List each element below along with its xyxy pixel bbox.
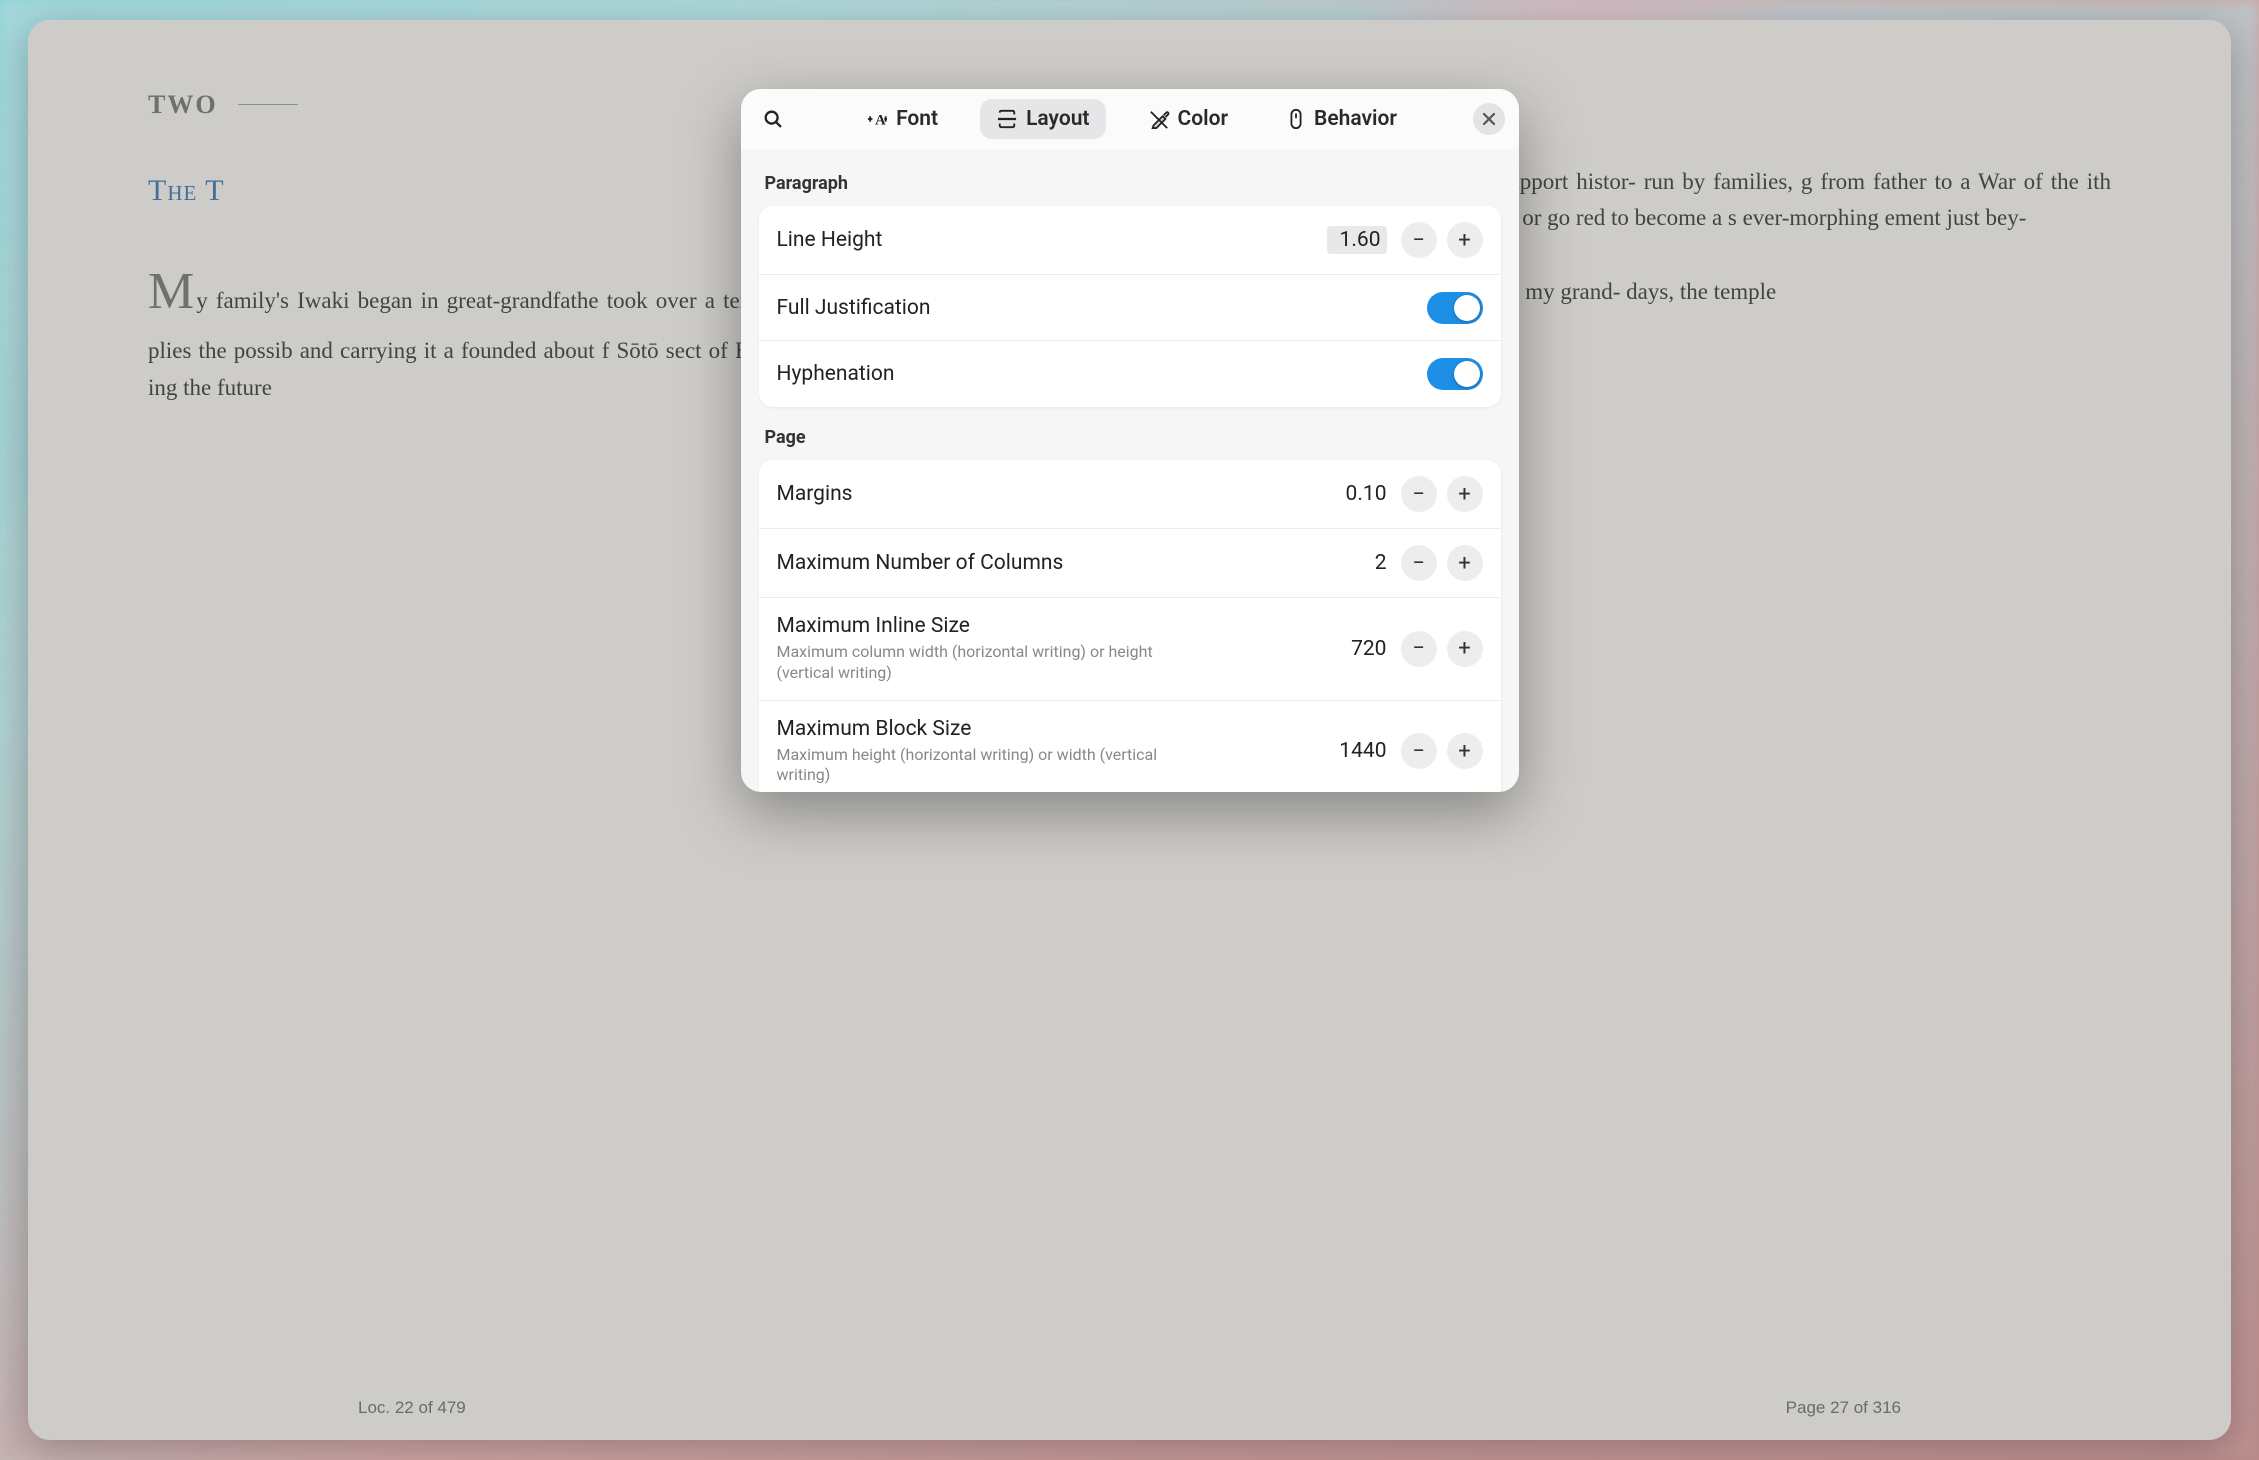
tab-color-label: Color: [1178, 107, 1229, 131]
max-inline-sub: Maximum column width (horizontal writing…: [777, 642, 1197, 684]
line-height-label: Line Height: [777, 228, 1327, 252]
max-columns-label: Maximum Number of Columns: [777, 551, 1327, 575]
line-height-increment[interactable]: +: [1447, 222, 1483, 258]
toggle-knob: [1454, 295, 1480, 321]
tab-layout-label: Layout: [1026, 107, 1089, 131]
max-columns-value: 2: [1327, 551, 1387, 575]
search-icon: [762, 108, 784, 130]
row-max-block-size: Maximum Block Size Maximum height (horiz…: [759, 701, 1501, 792]
row-hyphenation: Hyphenation: [759, 341, 1501, 407]
settings-body[interactable]: Paragraph Line Height 1.60 − + Full Just…: [741, 149, 1519, 792]
minus-icon: −: [1412, 228, 1425, 253]
full-justification-label: Full Justification: [777, 296, 1427, 320]
row-line-height: Line Height 1.60 − +: [759, 206, 1501, 275]
tab-font[interactable]: A Font: [850, 99, 954, 139]
max-block-value: 1440: [1327, 739, 1387, 763]
max-block-label: Maximum Block Size: [777, 717, 1327, 741]
section-page-title: Page: [765, 427, 1501, 448]
row-margins: Margins 0.10 − +: [759, 460, 1501, 529]
margins-value: 0.10: [1327, 482, 1387, 506]
margins-label: Margins: [777, 482, 1327, 506]
tab-behavior-label: Behavior: [1314, 107, 1397, 131]
tab-font-label: Font: [896, 107, 938, 131]
plus-icon: +: [1458, 551, 1470, 576]
max-inline-value: 720: [1327, 637, 1387, 661]
page-footer: Loc. 22 of 479 Page 27 of 316: [28, 1398, 2231, 1418]
row-max-inline-size: Maximum Inline Size Maximum column width…: [759, 598, 1501, 701]
max-inline-increment[interactable]: +: [1447, 631, 1483, 667]
full-justification-toggle[interactable]: [1427, 292, 1483, 324]
hyphenation-label: Hyphenation: [777, 362, 1427, 386]
minus-icon: −: [1412, 739, 1425, 764]
tab-layout[interactable]: Layout: [980, 99, 1105, 139]
toggle-knob: [1454, 361, 1480, 387]
settings-panel: A Font Layout Color Behavior: [741, 89, 1519, 792]
svg-text:A: A: [875, 112, 886, 128]
row-full-justification: Full Justification: [759, 275, 1501, 341]
section-page: Margins 0.10 − + Maximum Number of Colum…: [759, 460, 1501, 792]
section-paragraph-title: Paragraph: [765, 173, 1501, 194]
line-height-value[interactable]: 1.60: [1327, 226, 1387, 254]
settings-tabs: A Font Layout Color Behavior: [741, 89, 1519, 149]
search-button[interactable]: [755, 101, 791, 137]
page-indicator: Page 27 of 316: [1786, 1398, 1901, 1418]
tab-color[interactable]: Color: [1132, 99, 1245, 139]
plus-icon: +: [1458, 636, 1470, 661]
max-columns-decrement[interactable]: −: [1401, 545, 1437, 581]
plus-icon: +: [1458, 228, 1470, 253]
max-inline-label: Maximum Inline Size: [777, 614, 1327, 638]
max-block-increment[interactable]: +: [1447, 733, 1483, 769]
max-inline-decrement[interactable]: −: [1401, 631, 1437, 667]
close-button[interactable]: [1473, 103, 1505, 135]
color-icon: [1148, 109, 1170, 129]
max-block-sub: Maximum height (horizontal writing) or w…: [777, 745, 1197, 787]
hyphenation-toggle[interactable]: [1427, 358, 1483, 390]
minus-icon: −: [1412, 636, 1425, 661]
minus-icon: −: [1412, 551, 1425, 576]
location-indicator: Loc. 22 of 479: [358, 1398, 466, 1418]
max-block-decrement[interactable]: −: [1401, 733, 1437, 769]
line-height-decrement[interactable]: −: [1401, 222, 1437, 258]
row-max-columns: Maximum Number of Columns 2 − +: [759, 529, 1501, 598]
behavior-icon: [1286, 108, 1306, 130]
plus-icon: +: [1458, 482, 1470, 507]
close-icon: [1482, 112, 1496, 126]
minus-icon: −: [1412, 482, 1425, 507]
font-icon: A: [866, 109, 888, 129]
tab-behavior[interactable]: Behavior: [1270, 99, 1413, 139]
max-columns-increment[interactable]: +: [1447, 545, 1483, 581]
layout-icon: [996, 109, 1018, 129]
margins-decrement[interactable]: −: [1401, 476, 1437, 512]
margins-increment[interactable]: +: [1447, 476, 1483, 512]
section-paragraph: Line Height 1.60 − + Full Justification …: [759, 206, 1501, 407]
plus-icon: +: [1458, 739, 1470, 764]
